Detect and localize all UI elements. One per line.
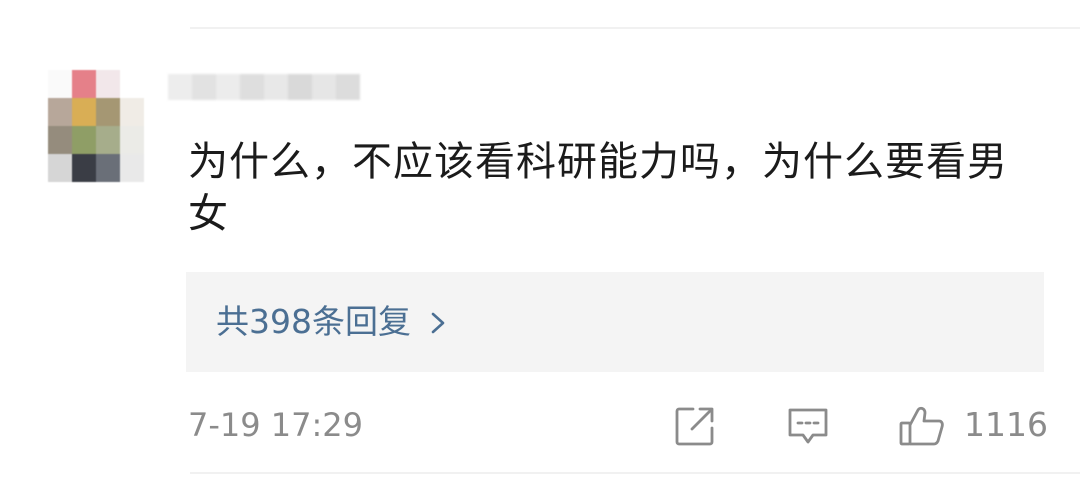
replies-link[interactable]: 共398条回复: [216, 302, 453, 342]
share-icon[interactable]: [673, 404, 717, 448]
thumbs-up-icon[interactable]: [898, 404, 946, 448]
comment-text: 为什么，不应该看科研能力吗，为什么要看男女: [188, 139, 1008, 237]
view-replies-button[interactable]: 共398条回复: [186, 272, 1044, 372]
replies-count-label: 共398条回复: [216, 302, 411, 341]
comment-icon[interactable]: [785, 404, 829, 448]
username-censored[interactable]: [168, 74, 360, 100]
avatar[interactable]: [48, 70, 144, 182]
bottom-divider: [190, 472, 1080, 474]
chevron-right-icon: [423, 307, 453, 337]
comment-timestamp: 7-19 17:29: [188, 406, 364, 444]
like-count: 1116: [964, 405, 1048, 444]
top-divider: [190, 27, 1080, 29]
